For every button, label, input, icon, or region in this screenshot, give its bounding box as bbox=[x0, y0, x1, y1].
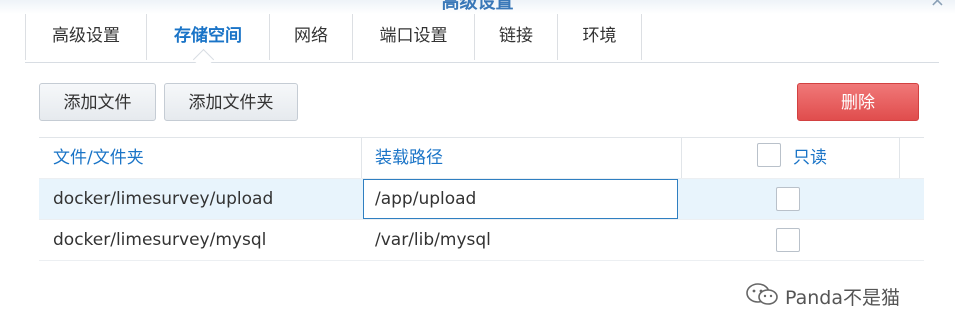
column-divider bbox=[681, 138, 682, 178]
readonly-checkbox[interactable] bbox=[776, 228, 800, 252]
file-folder-cell: docker/limesurvey/mysql bbox=[53, 230, 267, 250]
add-folder-button[interactable]: 添加文件夹 bbox=[164, 83, 298, 121]
tab-environment[interactable]: 环境 bbox=[558, 14, 642, 60]
column-header-mount-path[interactable]: 装载路径 bbox=[361, 138, 681, 178]
readonly-select-all-checkbox[interactable] bbox=[757, 143, 781, 167]
table-header: 文件/文件夹 装载路径 只读 bbox=[39, 137, 924, 179]
tab-bar: 高级设置 存储空间 网络 端口设置 链接 环境 bbox=[25, 14, 939, 63]
window-titlebar: 高级设置 × bbox=[0, 0, 955, 14]
column-header-readonly: 只读 bbox=[793, 148, 827, 168]
tab-advanced-settings[interactable]: 高级设置 bbox=[25, 14, 147, 60]
column-divider bbox=[899, 138, 900, 178]
close-icon[interactable]: × bbox=[930, 0, 945, 11]
tab-network[interactable]: 网络 bbox=[270, 14, 353, 60]
table-row[interactable]: docker/limesurvey/upload /app/upload bbox=[39, 179, 924, 220]
file-folder-cell: docker/limesurvey/upload bbox=[53, 189, 274, 209]
column-header-file-folder[interactable]: 文件/文件夹 bbox=[39, 138, 361, 178]
storage-table: 文件/文件夹 装载路径 只读 docker/limesurvey/upload … bbox=[39, 137, 924, 261]
table-row[interactable]: docker/limesurvey/mysql /var/lib/mysql bbox=[39, 220, 924, 261]
wechat-icon bbox=[745, 282, 779, 311]
watermark: Panda不是猫 bbox=[745, 282, 900, 309]
window-title: 高级设置 bbox=[441, 0, 514, 13]
mount-path-cell[interactable]: /var/lib/mysql bbox=[361, 220, 681, 260]
add-file-button[interactable]: 添加文件 bbox=[39, 83, 156, 121]
delete-button[interactable]: 删除 bbox=[797, 83, 919, 121]
tab-links[interactable]: 链接 bbox=[475, 14, 558, 60]
watermark-text: Panda不是猫 bbox=[785, 287, 900, 309]
tab-port-settings[interactable]: 端口设置 bbox=[353, 14, 475, 60]
readonly-checkbox[interactable] bbox=[776, 187, 800, 211]
mount-path-input[interactable]: /app/upload bbox=[363, 179, 678, 219]
